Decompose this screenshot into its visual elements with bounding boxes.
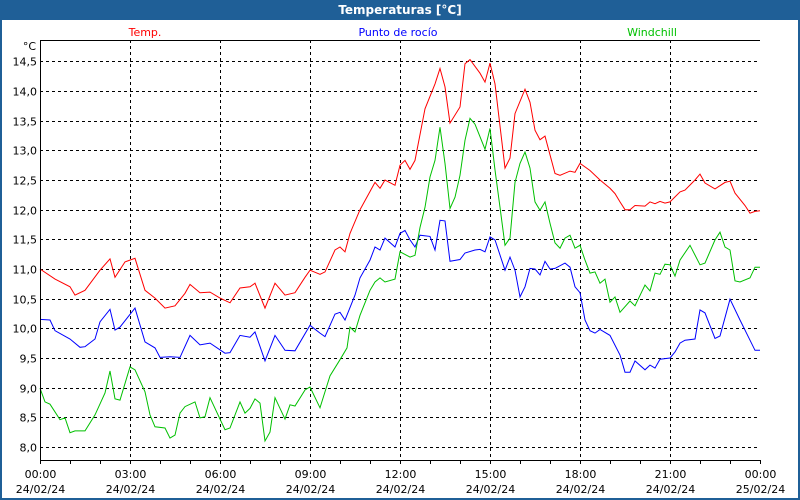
x-tick-date: 24/02/24 xyxy=(466,483,515,496)
y-tick-label: 11,0 xyxy=(13,264,38,277)
y-tick-label: 14,5 xyxy=(13,56,38,69)
y-axis-unit: °C xyxy=(23,40,37,53)
grid xyxy=(40,40,760,460)
chart-window: Temperaturas [°C] 8,0 8,5 9,0 9,5 10,0 10,5 11… xyxy=(0,0,800,500)
temperature-chart: 8,0 8,5 9,0 9,5 10,0 10,5 11,0 11,5 12,0 12,5 13,0… xyxy=(13,26,786,496)
legend-label: Temp. xyxy=(128,26,162,39)
y-tick-label: 10,5 xyxy=(13,294,38,307)
x-tick-time: 18:00 xyxy=(565,468,597,481)
series-line-punto-de-roc-o xyxy=(39,219,760,373)
x-tick-time: 12:00 xyxy=(385,468,417,481)
legend: Temp. Punto de rocío Windchill xyxy=(128,26,677,39)
y-tick-label: 8,5 xyxy=(20,412,38,425)
y-tick-label: 8,0 xyxy=(20,442,38,455)
x-tick-time: 06:00 xyxy=(205,468,237,481)
y-tick-label: 11,5 xyxy=(13,234,38,247)
legend-label: Windchill xyxy=(627,26,677,39)
x-tick-time: 00:00 xyxy=(745,468,777,481)
x-tick-date: 24/02/24 xyxy=(106,483,155,496)
y-tick-label: 9,0 xyxy=(20,383,38,396)
x-tick-time: 03:00 xyxy=(115,468,147,481)
x-tick-date: 24/02/24 xyxy=(646,483,695,496)
x-tick-date: 24/02/24 xyxy=(16,483,65,496)
x-tick-date: 25/02/24 xyxy=(736,483,785,496)
x-tick-date: 24/02/24 xyxy=(196,483,245,496)
y-tick-label: 14,0 xyxy=(13,86,38,99)
x-tick-time: 09:00 xyxy=(295,468,327,481)
y-tick-label: 9,5 xyxy=(20,353,38,366)
x-tick-date: 24/02/24 xyxy=(286,483,335,496)
tick-labels: 8,0 8,5 9,0 9,5 10,0 10,5 11,0 11,5 12,0 12,5 13,0… xyxy=(13,40,786,496)
x-tick-time: 00:00 xyxy=(25,468,57,481)
y-tick-label: 10,0 xyxy=(13,323,38,336)
legend-label: Punto de rocío xyxy=(358,26,437,39)
y-tick-label: 12,5 xyxy=(13,175,38,188)
y-tick-label: 13,0 xyxy=(13,145,38,158)
x-tick-time: 21:00 xyxy=(655,468,687,481)
y-tick-label: 13,5 xyxy=(13,116,38,129)
x-tick-date: 24/02/24 xyxy=(556,483,605,496)
x-tick-date: 24/02/24 xyxy=(376,483,425,496)
y-tick-label: 12,0 xyxy=(13,205,38,218)
x-tick-time: 15:00 xyxy=(475,468,507,481)
